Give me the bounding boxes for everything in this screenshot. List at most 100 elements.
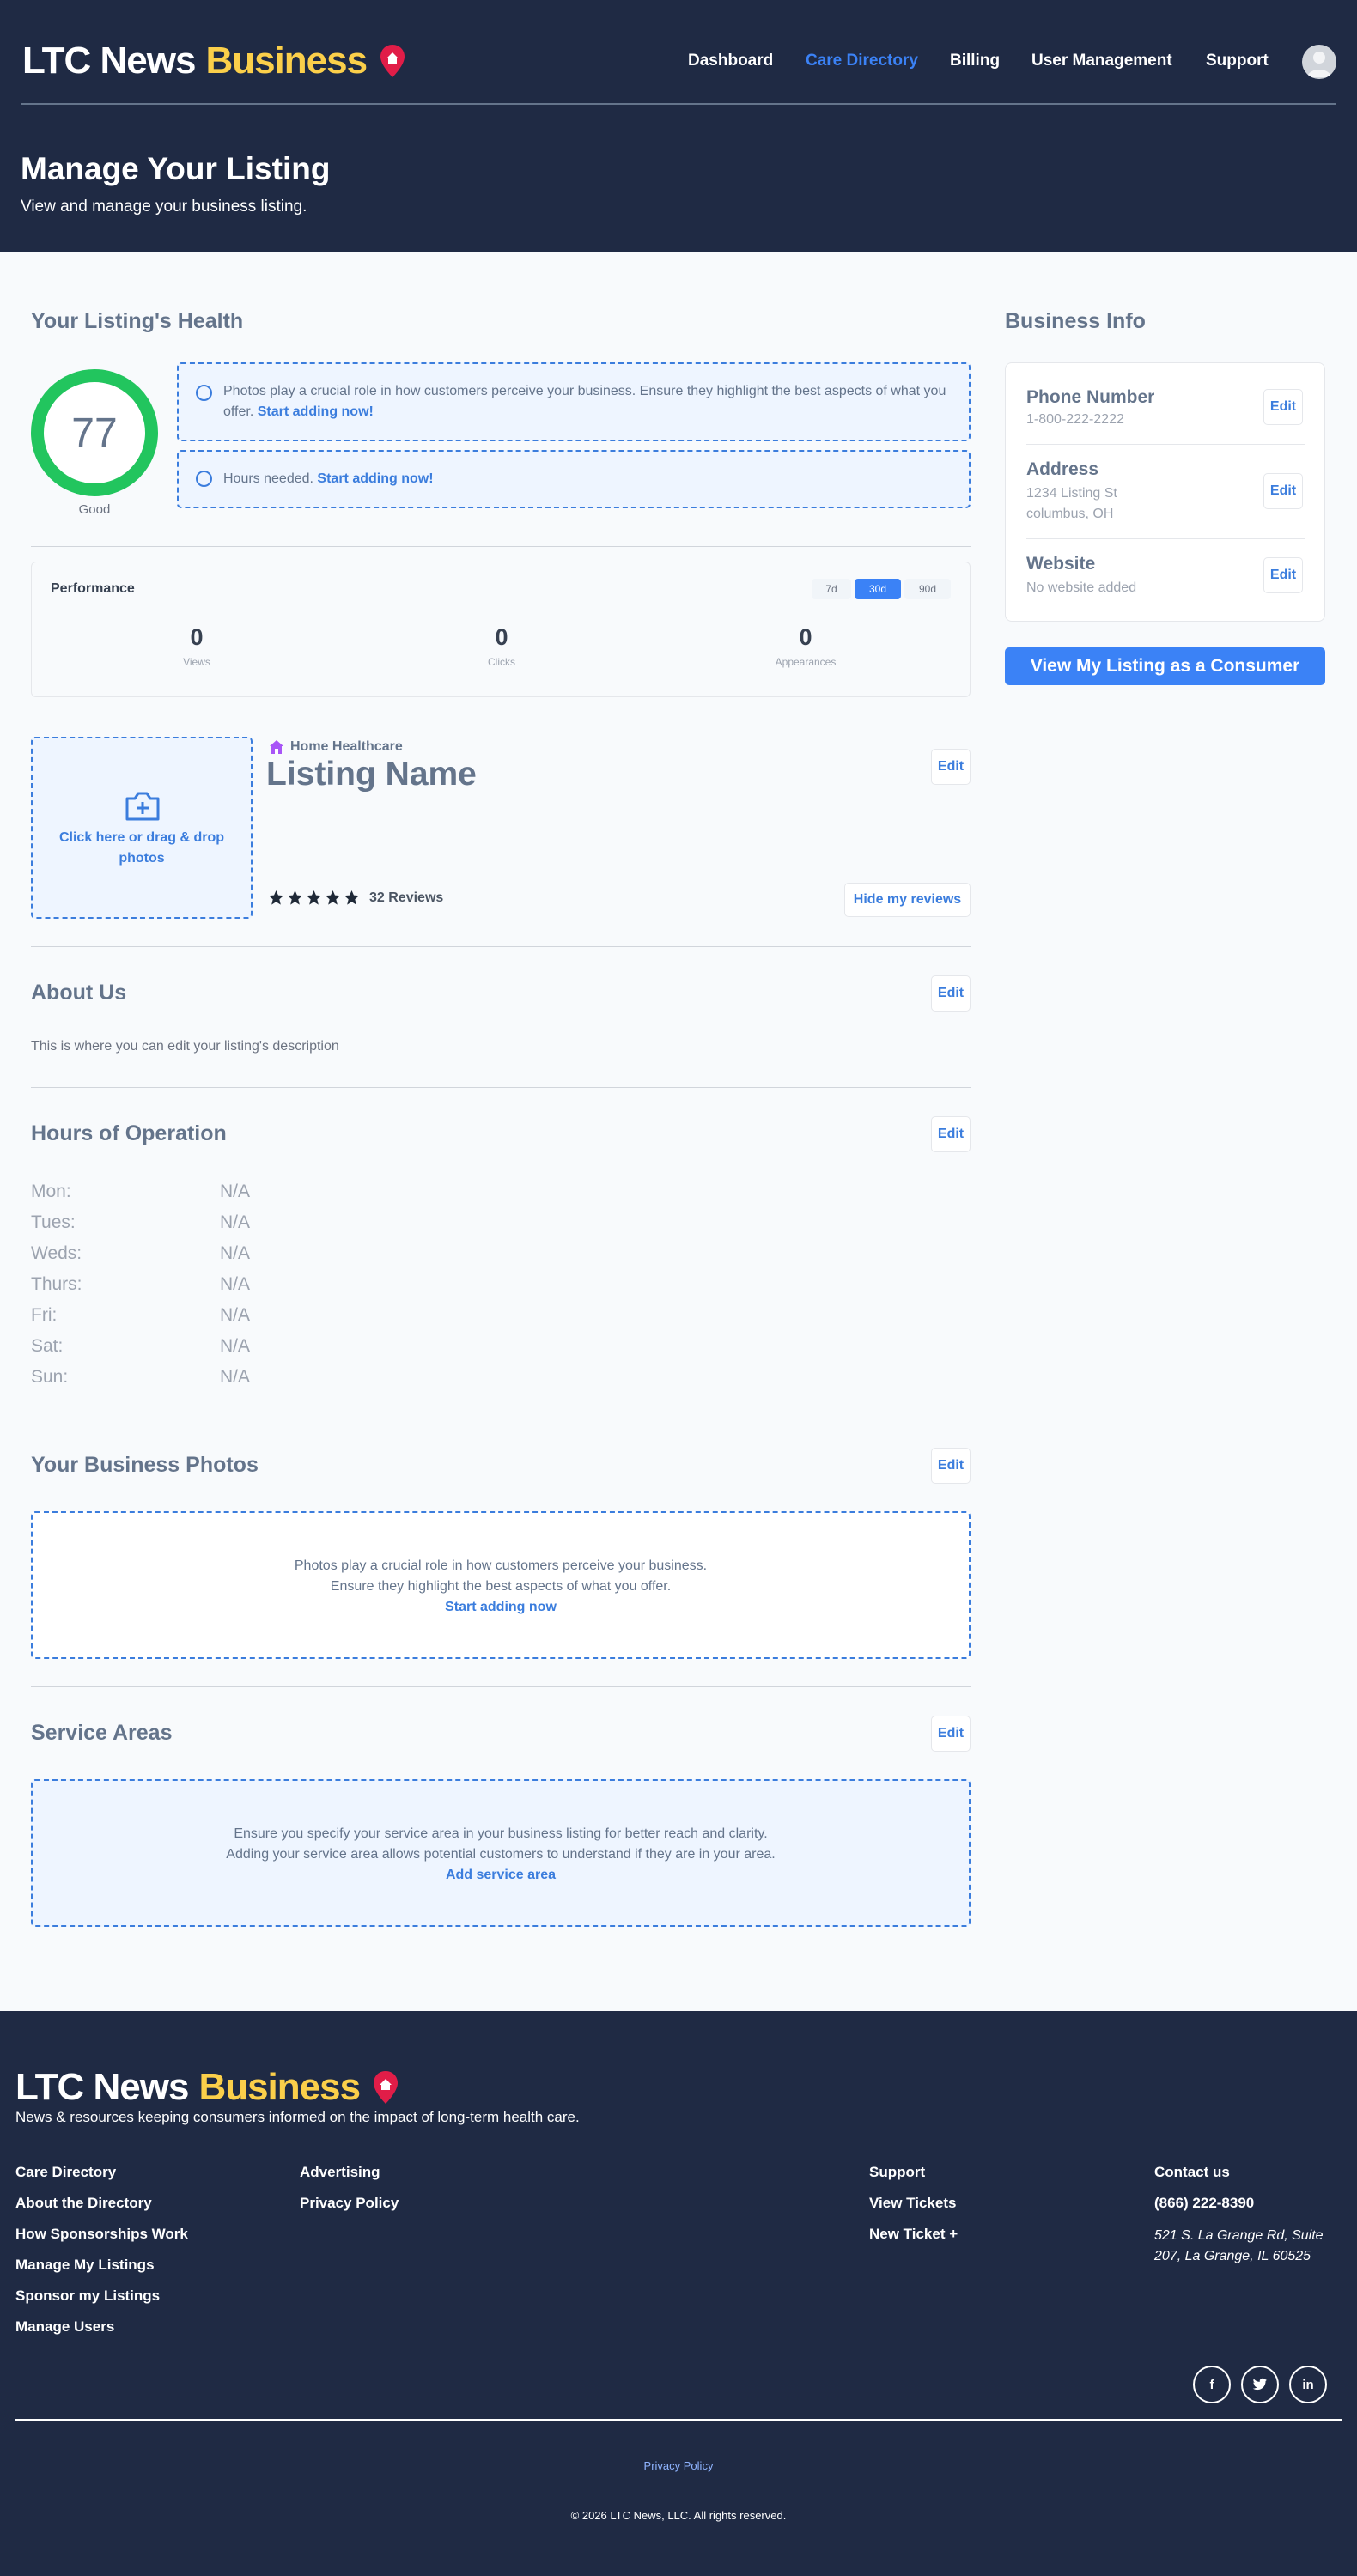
day-hours: N/A	[220, 1367, 251, 1387]
day-label: Thurs:	[31, 1274, 82, 1294]
stat-value: 0	[495, 624, 508, 650]
footer-link-care-directory[interactable]: Care Directory	[15, 2164, 116, 2181]
contact-phone[interactable]: (866) 222-8390	[1154, 2195, 1254, 2212]
photos-empty-line1: Photos play a crucial role in how custom…	[294, 1558, 708, 1573]
circle-icon	[196, 385, 212, 401]
performance-card: Performance 7d 30d 90d 0 Views 0 Clicks …	[31, 562, 971, 697]
brand-logo[interactable]: LTC News Business	[22, 39, 406, 82]
nav-care-directory[interactable]: Care Directory	[806, 52, 918, 70]
site-footer: LTC News Business News & resources keepi…	[0, 2011, 1357, 2576]
hours-tip: Hours needed. Start adding now!	[177, 450, 971, 508]
footer-link-manage-users[interactable]: Manage Users	[15, 2318, 114, 2336]
section-divider	[31, 946, 971, 947]
edit-address-button[interactable]: Edit	[1263, 473, 1303, 509]
stat-label: Appearances	[775, 656, 837, 668]
star-icon	[344, 890, 360, 905]
service-areas-heading: Service Areas	[31, 1721, 173, 1745]
footer-logo[interactable]: LTC News Business	[15, 2066, 399, 2109]
footer-link-new-ticket[interactable]: New Ticket +	[869, 2226, 958, 2243]
about-heading: About Us	[31, 981, 127, 1005]
circle-icon	[196, 471, 212, 487]
section-divider	[31, 1686, 971, 1687]
performance-title: Performance	[51, 581, 135, 596]
day-hours: N/A	[220, 1243, 251, 1263]
stat-views: 0 Views	[111, 624, 283, 668]
edit-hours-button[interactable]: Edit	[931, 1116, 971, 1152]
stat-label: Views	[183, 656, 210, 668]
linkedin-icon[interactable]: in	[1289, 2366, 1327, 2403]
star-icon	[287, 890, 303, 905]
brand-name-accent: Business	[205, 39, 368, 82]
site-header: LTC News Business Dashboard Care Directo…	[0, 0, 1357, 252]
stat-label: Clicks	[488, 656, 515, 668]
review-count[interactable]: 32 Reviews	[369, 890, 443, 906]
header-divider	[21, 103, 1336, 105]
phone-value: 1-800-222-2222	[1026, 412, 1124, 427]
range-30d[interactable]: 30d	[855, 579, 901, 599]
camera-plus-icon	[125, 792, 160, 821]
hours-tip-link[interactable]: Start adding now!	[317, 471, 433, 486]
range-90d[interactable]: 90d	[904, 579, 951, 599]
edit-phone-button[interactable]: Edit	[1263, 389, 1303, 425]
day-hours: N/A	[220, 1274, 251, 1294]
home-pin-icon	[374, 2071, 399, 2104]
edit-website-button[interactable]: Edit	[1263, 557, 1303, 593]
photo-dropzone[interactable]: Click here or drag & drop photos	[31, 737, 253, 919]
footer-divider	[15, 2419, 1342, 2421]
facebook-icon[interactable]: f	[1193, 2366, 1231, 2403]
day-hours: N/A	[220, 1212, 251, 1232]
home-pin-icon	[380, 45, 405, 77]
nav-user-management[interactable]: User Management	[1031, 52, 1172, 70]
service-areas-empty-state: Ensure you specify your service area in …	[31, 1779, 971, 1927]
hide-reviews-button[interactable]: Hide my reviews	[844, 883, 971, 917]
range-7d[interactable]: 7d	[812, 579, 851, 599]
edit-service-areas-button[interactable]: Edit	[931, 1716, 971, 1752]
avatar[interactable]	[1302, 45, 1336, 79]
hours-heading: Hours of Operation	[31, 1121, 227, 1145]
footer-link-sponsor-listings[interactable]: Sponsor my Listings	[15, 2287, 160, 2305]
footer-link-view-tickets[interactable]: View Tickets	[869, 2195, 956, 2212]
photos-tip-link[interactable]: Start adding now!	[258, 404, 374, 419]
website-value: No website added	[1026, 580, 1137, 595]
footer-link-support[interactable]: Support	[869, 2164, 925, 2181]
start-adding-photos-link[interactable]: Start adding now	[445, 1600, 557, 1614]
contact-address: 521 S. La Grange Rd, Suite 207, La Grang…	[1154, 2228, 1324, 2263]
footer-link-about-directory[interactable]: About the Directory	[15, 2195, 152, 2212]
service-areas-line2: Adding your service area allows potentia…	[226, 1847, 776, 1862]
footer-privacy-link[interactable]: Privacy Policy	[644, 2459, 714, 2472]
edit-about-button[interactable]: Edit	[931, 975, 971, 1012]
stat-appearances: 0 Appearances	[720, 624, 891, 668]
service-areas-line1: Ensure you specify your service area in …	[234, 1826, 768, 1841]
stat-clicks: 0 Clicks	[416, 624, 587, 668]
star-icon	[325, 890, 341, 905]
stat-value: 0	[190, 624, 204, 650]
edit-photos-button[interactable]: Edit	[931, 1448, 971, 1484]
star-icon	[268, 890, 284, 905]
footer-link-sponsorships[interactable]: How Sponsorships Work	[15, 2226, 188, 2243]
edit-listing-button[interactable]: Edit	[931, 749, 971, 785]
footer-link-privacy[interactable]: Privacy Policy	[300, 2195, 399, 2212]
nav-billing[interactable]: Billing	[950, 52, 1000, 70]
hours-tip-text: Hours needed.	[223, 471, 313, 486]
add-service-area-link[interactable]: Add service area	[446, 1868, 556, 1882]
health-score: 77	[71, 410, 118, 456]
day-label: Sun:	[31, 1367, 69, 1387]
footer-tagline: News & resources keeping consumers infor…	[15, 2109, 580, 2125]
nav-dashboard[interactable]: Dashboard	[688, 52, 773, 70]
view-listing-button[interactable]: View My Listing as a Consumer	[1005, 647, 1325, 685]
brand-name: LTC News	[22, 39, 196, 82]
contact-heading: Contact us	[1154, 2164, 1230, 2180]
day-label: Tues:	[31, 1212, 76, 1232]
stat-value: 0	[799, 624, 812, 650]
photos-heading: Your Business Photos	[31, 1453, 259, 1477]
health-heading: Your Listing's Health	[31, 309, 244, 333]
footer-link-advertising[interactable]: Advertising	[300, 2164, 380, 2181]
listing-category: Home Healthcare	[268, 738, 403, 756]
info-divider	[1026, 444, 1305, 445]
footer-link-manage-listings[interactable]: Manage My Listings	[15, 2257, 155, 2274]
nav-support[interactable]: Support	[1206, 52, 1269, 70]
business-info-heading: Business Info	[1005, 309, 1146, 333]
health-score-label: Good	[78, 502, 111, 517]
twitter-icon[interactable]	[1241, 2366, 1279, 2403]
day-label: Sat:	[31, 1336, 64, 1356]
